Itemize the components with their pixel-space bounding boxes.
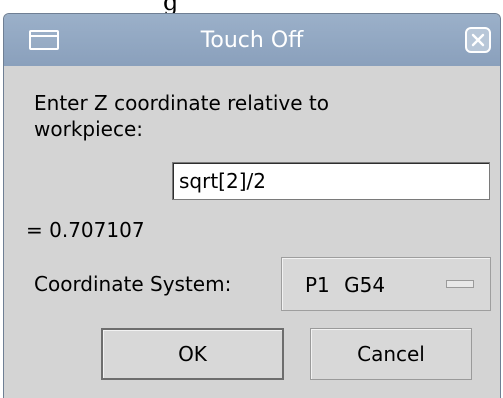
computed-result: = 0.707107 [26, 218, 145, 242]
clipped-top-text: g [163, 0, 179, 16]
z-coordinate-input[interactable] [172, 162, 490, 200]
cancel-button[interactable]: Cancel [310, 328, 472, 380]
titlebar: Touch Off [4, 14, 500, 66]
close-icon [471, 33, 485, 47]
close-button[interactable] [465, 27, 491, 53]
touch-off-dialog: Touch Off Enter Z coordinate relative to… [3, 13, 501, 398]
prompt-text: Enter Z coordinate relative to workpiece… [34, 90, 474, 142]
coordinate-system-selector[interactable]: P1 G54 [281, 257, 491, 311]
option-indicator-icon [446, 280, 474, 288]
coordinate-system-value: P1 G54 [305, 273, 386, 297]
ok-button[interactable]: OK [101, 328, 284, 380]
dialog-title: Touch Off [200, 28, 304, 53]
prompt-line-2: workpiece: [34, 117, 143, 141]
coordinate-system-label: Coordinate System: [34, 272, 232, 296]
prompt-line-1: Enter Z coordinate relative to [34, 91, 329, 115]
